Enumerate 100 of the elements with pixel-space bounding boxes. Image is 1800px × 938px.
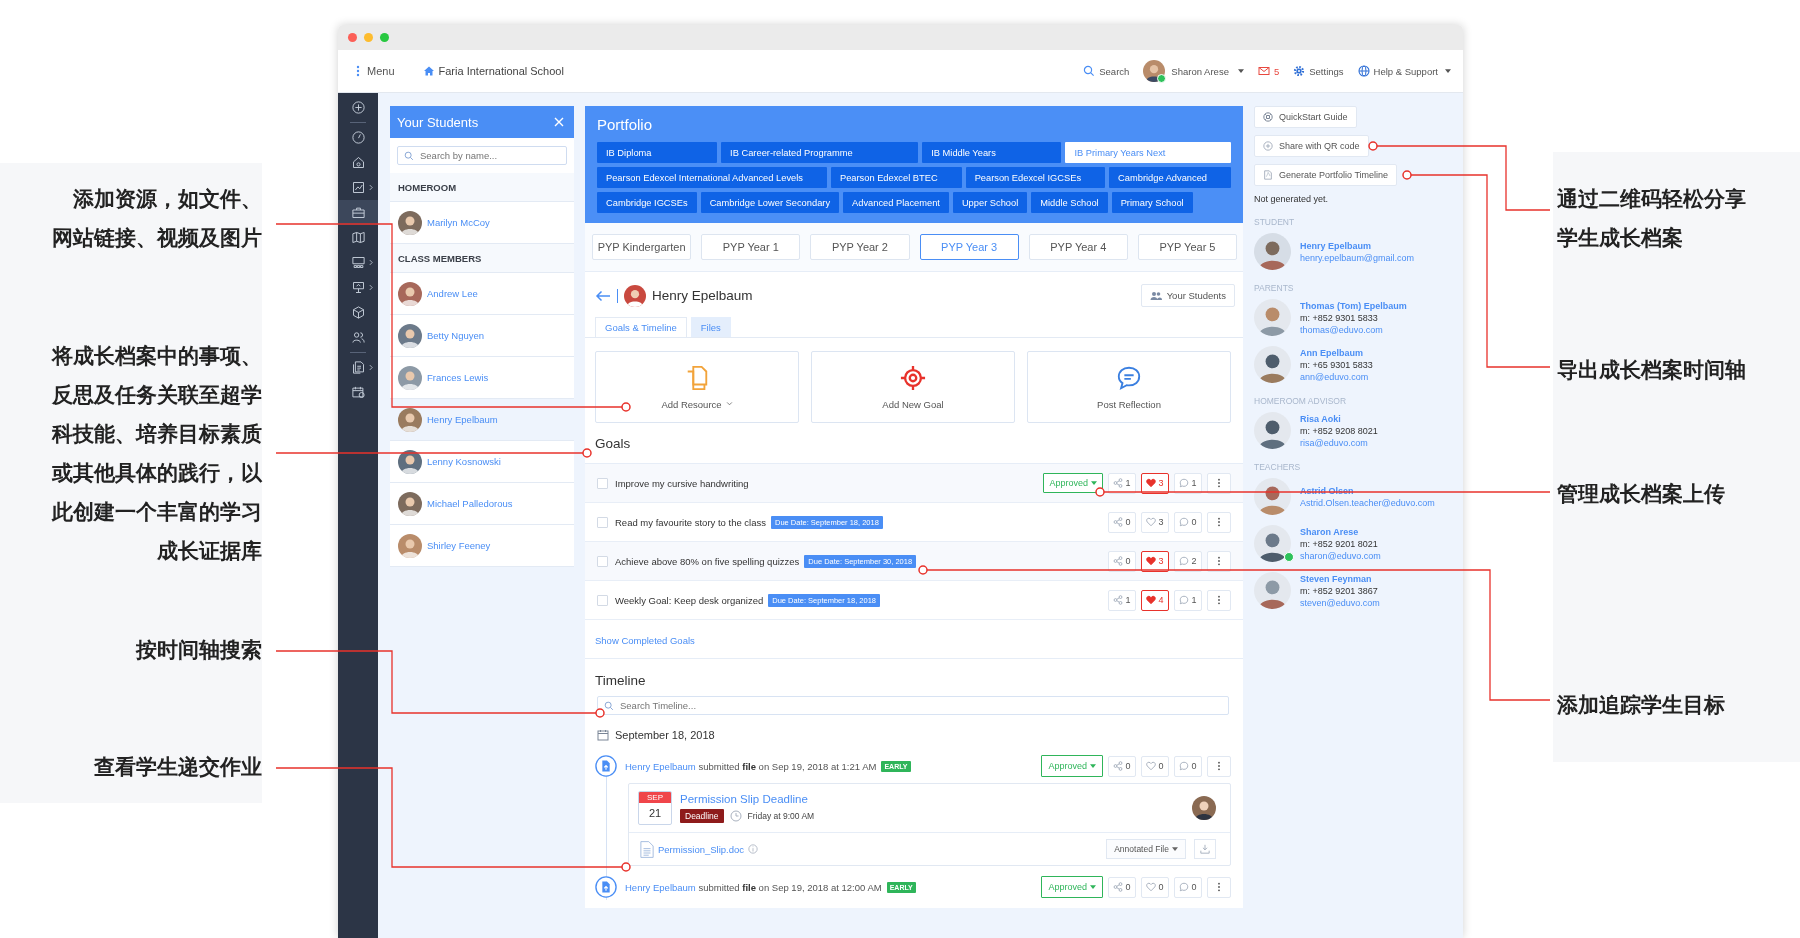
menu-button[interactable]: Menu	[352, 65, 395, 77]
program-tab[interactable]: IB Primary Years Next	[1065, 142, 1232, 163]
program-tab[interactable]: Cambridge Advanced	[1109, 167, 1231, 188]
student-item[interactable]: Betty Nguyen	[390, 315, 574, 357]
status-dropdown[interactable]: Approved	[1043, 473, 1103, 493]
contact-name[interactable]: Henry Epelbaum	[1300, 240, 1415, 251]
tab[interactable]: Files	[690, 317, 731, 337]
like-button[interactable]: 0	[1141, 755, 1169, 777]
contact-name[interactable]: Sharon Arese	[1300, 526, 1381, 537]
email-link[interactable]: risa@eduvo.com	[1300, 437, 1378, 448]
share-button[interactable]: 0	[1108, 876, 1136, 898]
program-tab[interactable]: Pearson Edexcel IGCSEs	[965, 167, 1106, 188]
comment-button[interactable]: 2	[1174, 550, 1202, 572]
your-students-button[interactable]: Your Students	[1140, 284, 1235, 307]
like-button[interactable]: 4	[1141, 589, 1169, 611]
callout-text: 将成长档案中的事项、 反思及任务关联至超学 科技能、培养目标素质 或其他具体的践行，以 此创建一个丰富的学习 成长证据库	[50, 343, 262, 565]
email-link[interactable]: thomas@eduvo.com	[1300, 324, 1407, 335]
student-item[interactable]: Andrew Lee	[390, 273, 574, 315]
year-tab[interactable]: PYP Year 1	[701, 234, 801, 260]
status-dropdown[interactable]: Approved	[1041, 876, 1103, 898]
checkbox[interactable]	[597, 477, 608, 489]
author-link[interactable]: Henry Epelbaum	[625, 760, 696, 772]
checkbox[interactable]	[597, 555, 608, 567]
side-button[interactable]: QuickStart Guide	[1254, 106, 1357, 128]
author-link[interactable]: Henry Epelbaum	[625, 881, 696, 893]
student-item[interactable]: Michael Palledorous	[390, 483, 574, 525]
search-field[interactable]: Search by name...	[397, 146, 567, 165]
contact-name[interactable]: Thomas (Tom) Epelbaum	[1300, 300, 1407, 311]
comment-button[interactable]: 0	[1174, 511, 1202, 533]
school-link[interactable]: Faria International School	[422, 65, 564, 77]
program-tab[interactable]: IB Middle Years	[922, 142, 1062, 163]
more-button[interactable]	[1207, 550, 1231, 572]
program-tab[interactable]: Advanced Placement	[843, 192, 949, 213]
share-button[interactable]: 1	[1108, 589, 1136, 611]
more-button[interactable]	[1207, 472, 1231, 494]
avatar	[1254, 572, 1291, 609]
file-link[interactable]: Permission_Slip.doc	[658, 843, 745, 855]
checkbox[interactable]	[597, 516, 608, 528]
program-tab[interactable]: Cambridge Lower Secondary	[700, 192, 840, 213]
like-button[interactable]: 3	[1141, 550, 1169, 572]
maximize-button[interactable]	[380, 33, 389, 42]
student-item[interactable]: Frances Lewis	[390, 357, 574, 399]
back-arrow-icon[interactable]	[595, 289, 611, 302]
share-button[interactable]: 1	[1108, 472, 1136, 494]
year-tab[interactable]: PYP Year 5	[1137, 234, 1238, 260]
tab[interactable]: Goals & Timeline	[595, 317, 687, 337]
program-tab[interactable]: Upper School	[952, 192, 1028, 213]
share-button[interactable]: 0	[1108, 755, 1136, 777]
search-button[interactable]: Search	[1083, 65, 1130, 77]
settings-button[interactable]: Settings	[1293, 65, 1344, 77]
mail-button[interactable]: 5	[1257, 65, 1280, 77]
contact-name[interactable]: Risa Aoki	[1300, 413, 1378, 424]
comment-button[interactable]: 1	[1174, 472, 1202, 494]
status-dropdown[interactable]: Approved	[1041, 755, 1103, 777]
show-completed-link[interactable]: Show Completed Goals	[595, 635, 695, 646]
share-icon	[1113, 517, 1124, 527]
program-tab[interactable]: IB Diploma	[597, 142, 718, 163]
side-button[interactable]: Generate Portfolio Timeline	[1254, 164, 1398, 186]
like-button[interactable]: 3	[1141, 511, 1169, 533]
program-tab[interactable]: Middle School	[1031, 192, 1108, 213]
email-link[interactable]: sharon@eduvo.com	[1300, 550, 1381, 561]
close-icon[interactable]	[553, 116, 565, 128]
year-tab[interactable]: PYP Year 3	[919, 234, 1019, 260]
program-tab[interactable]: IB Career-related Programme	[721, 142, 919, 163]
student-item[interactable]: Shirley Feeney	[390, 525, 574, 567]
event-title-link[interactable]: Permission Slip Deadline	[680, 793, 815, 805]
year-tab[interactable]: PYP Kindergarten	[592, 234, 692, 260]
comment-button[interactable]: 1	[1174, 589, 1202, 611]
email-link[interactable]: Astrid.Olsen.teacher@eduvo.com	[1300, 497, 1435, 508]
like-button[interactable]: 3	[1141, 472, 1169, 494]
action-card[interactable]: Add New Goal	[811, 351, 1015, 423]
program-tab[interactable]: Pearson Edexcel BTEC	[830, 167, 962, 188]
contact-name[interactable]: Steven Feynman	[1300, 573, 1380, 584]
annotated-file-dropdown[interactable]: Annotated File	[1106, 839, 1186, 859]
student-item[interactable]: Marilyn McCoy	[390, 202, 574, 244]
comment-button[interactable]: 0	[1174, 755, 1202, 777]
share-button[interactable]: 0	[1108, 511, 1136, 533]
contact-name[interactable]: Ann Epelbaum	[1300, 347, 1373, 358]
email-link[interactable]: ann@eduvo.com	[1300, 371, 1373, 382]
program-tab[interactable]: Cambridge IGCSEs	[597, 192, 697, 213]
user-menu[interactable]: Sharon Arese	[1143, 60, 1244, 82]
action-card[interactable]: Post Reflection	[1027, 351, 1231, 423]
action-card[interactable]: Add Resource	[595, 351, 799, 423]
side-button[interactable]: Share with QR code	[1254, 135, 1369, 157]
student-item[interactable]: Lenny Kosnowski	[390, 441, 574, 483]
like-button[interactable]: 0	[1141, 876, 1169, 898]
share-button[interactable]: 0	[1108, 550, 1136, 572]
email-link[interactable]: henry.epelbaum@gmail.com	[1300, 252, 1415, 263]
help-button[interactable]: Help & Support	[1357, 65, 1451, 77]
goal-text: Improve my cursive handwriting	[615, 477, 749, 489]
year-tab[interactable]: PYP Year 2	[810, 234, 910, 260]
email-link[interactable]: steven@eduvo.com	[1300, 597, 1380, 608]
program-tab[interactable]: Pearson Edexcel International Advanced Levels	[597, 167, 827, 188]
checkbox[interactable]	[597, 594, 608, 606]
year-tab[interactable]: PYP Year 4	[1028, 234, 1128, 260]
search-field[interactable]: Search Timeline...	[597, 696, 1229, 715]
close-button[interactable]	[348, 33, 357, 42]
sidebar-item[interactable]	[338, 200, 378, 225]
program-tab[interactable]: Primary School	[1111, 192, 1193, 213]
comment-button[interactable]: 0	[1174, 876, 1202, 898]
